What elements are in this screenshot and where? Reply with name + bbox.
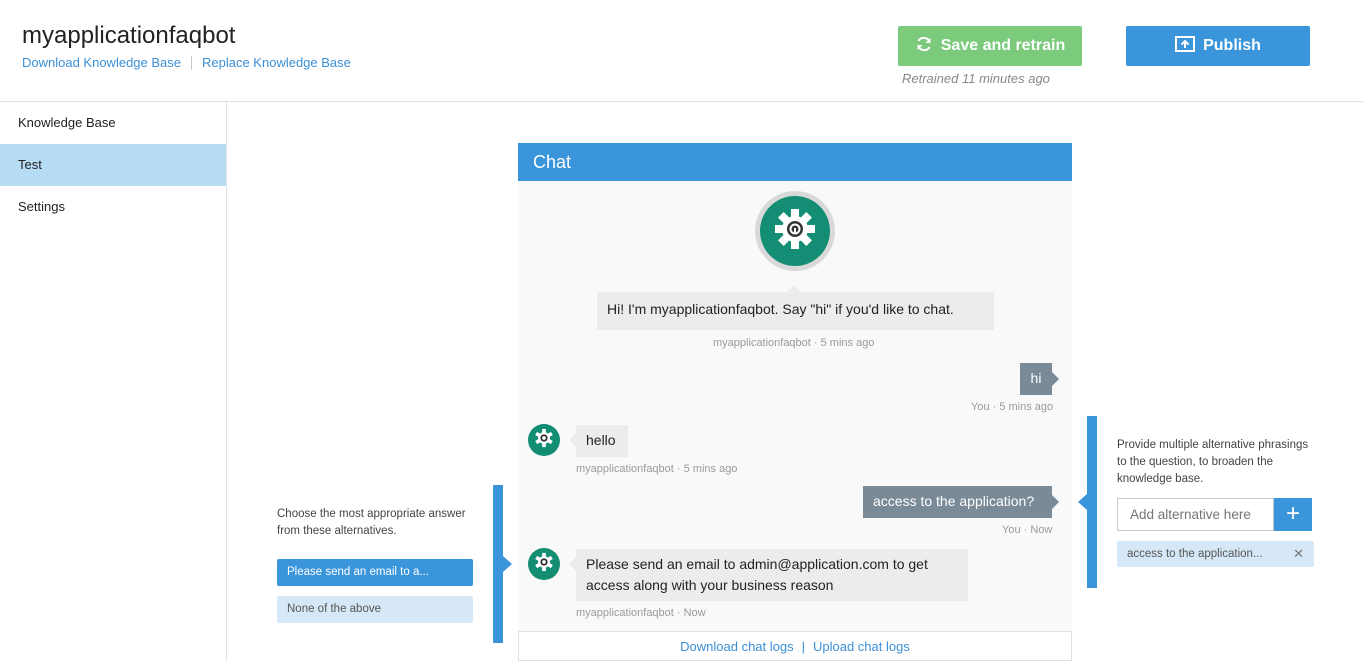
bot-avatar <box>755 191 835 271</box>
download-knowledge-base-link[interactable]: Download Knowledge Base <box>22 55 181 70</box>
gear-icon <box>773 207 817 256</box>
gear-icon <box>534 552 554 577</box>
chat-panel: Chat Hi! I'm myapplicationfaqbot. Say "h… <box>518 143 1072 661</box>
message-meta: myapplicationfaqbot · Now <box>576 607 706 619</box>
bot-avatar-small <box>528 548 560 580</box>
answer-option-none[interactable]: None of the above <box>277 596 473 623</box>
sidebar-item-knowledge-base[interactable]: Knowledge Base <box>0 102 226 144</box>
bubble-pointer <box>1052 495 1059 509</box>
add-alternative-input[interactable] <box>1117 498 1274 531</box>
bubble-pointer <box>569 433 576 447</box>
header-links: Download Knowledge Base Replace Knowledg… <box>22 55 351 70</box>
save-and-retrain-button[interactable]: Save and retrain <box>898 26 1082 66</box>
alternative-phrasings-help: Provide multiple alternative phrasings t… <box>1117 439 1309 485</box>
upload-chat-logs-link[interactable]: Upload chat logs <box>813 639 910 654</box>
alternative-tag: access to the application... ✕ <box>1117 541 1314 567</box>
close-icon[interactable]: ✕ <box>1293 541 1304 567</box>
upload-icon <box>1175 35 1196 57</box>
add-alternative-button[interactable]: + <box>1274 498 1312 531</box>
bot-avatar-small <box>528 424 560 456</box>
answer-panel-accent-bar <box>493 485 503 643</box>
download-chat-logs-link[interactable]: Download chat logs <box>680 639 793 654</box>
chat-footer: Download chat logs | Upload chat logs <box>518 631 1072 661</box>
publish-label: Publish <box>1203 37 1261 54</box>
bubble-pointer <box>787 285 801 292</box>
sidebar-item-test[interactable]: Test <box>0 144 226 186</box>
message-meta: myapplicationfaqbot · 5 mins ago <box>576 463 738 475</box>
chat-title: Chat <box>518 143 1072 181</box>
panel-pointer <box>1078 494 1087 510</box>
bubble-pointer <box>1052 372 1059 386</box>
footer-divider: | <box>801 638 805 654</box>
message-meta: myapplicationfaqbot · 5 mins ago <box>713 337 875 349</box>
chat-message-bot: Hi! I'm myapplicationfaqbot. Say "hi" if… <box>597 292 994 330</box>
sidebar: Knowledge Base Test Settings <box>0 102 227 661</box>
panel-pointer <box>503 556 512 572</box>
save-and-retrain-label: Save and retrain <box>940 37 1066 54</box>
gear-icon <box>534 428 554 453</box>
replace-knowledge-base-link[interactable]: Replace Knowledge Base <box>202 55 351 70</box>
refresh-icon <box>915 35 933 58</box>
sidebar-item-settings[interactable]: Settings <box>0 186 226 228</box>
link-divider <box>191 55 192 70</box>
message-meta: You · 5 mins ago <box>971 401 1054 413</box>
page-title: myapplicationfaqbot <box>22 22 236 49</box>
page-header: myapplicationfaqbot Download Knowledge B… <box>0 0 1363 102</box>
chat-message-bot: hello <box>576 425 628 457</box>
publish-button[interactable]: Publish <box>1126 26 1310 66</box>
answer-option-selected[interactable]: Please send an email to a... <box>277 559 473 586</box>
answer-alternatives-help: Choose the most appropriate answer from … <box>277 508 466 537</box>
retrained-status: Retrained 11 minutes ago <box>902 71 1050 86</box>
alternative-tag-label: access to the application... <box>1127 548 1263 560</box>
chat-message-bot: Please send an email to admin@applicatio… <box>576 549 968 601</box>
alternatives-panel-accent-bar <box>1087 416 1097 588</box>
bubble-pointer <box>569 557 576 571</box>
chat-message-user: access to the application? <box>863 486 1052 518</box>
chat-message-user: hi <box>1020 363 1052 395</box>
message-meta: You · Now <box>1002 524 1053 536</box>
